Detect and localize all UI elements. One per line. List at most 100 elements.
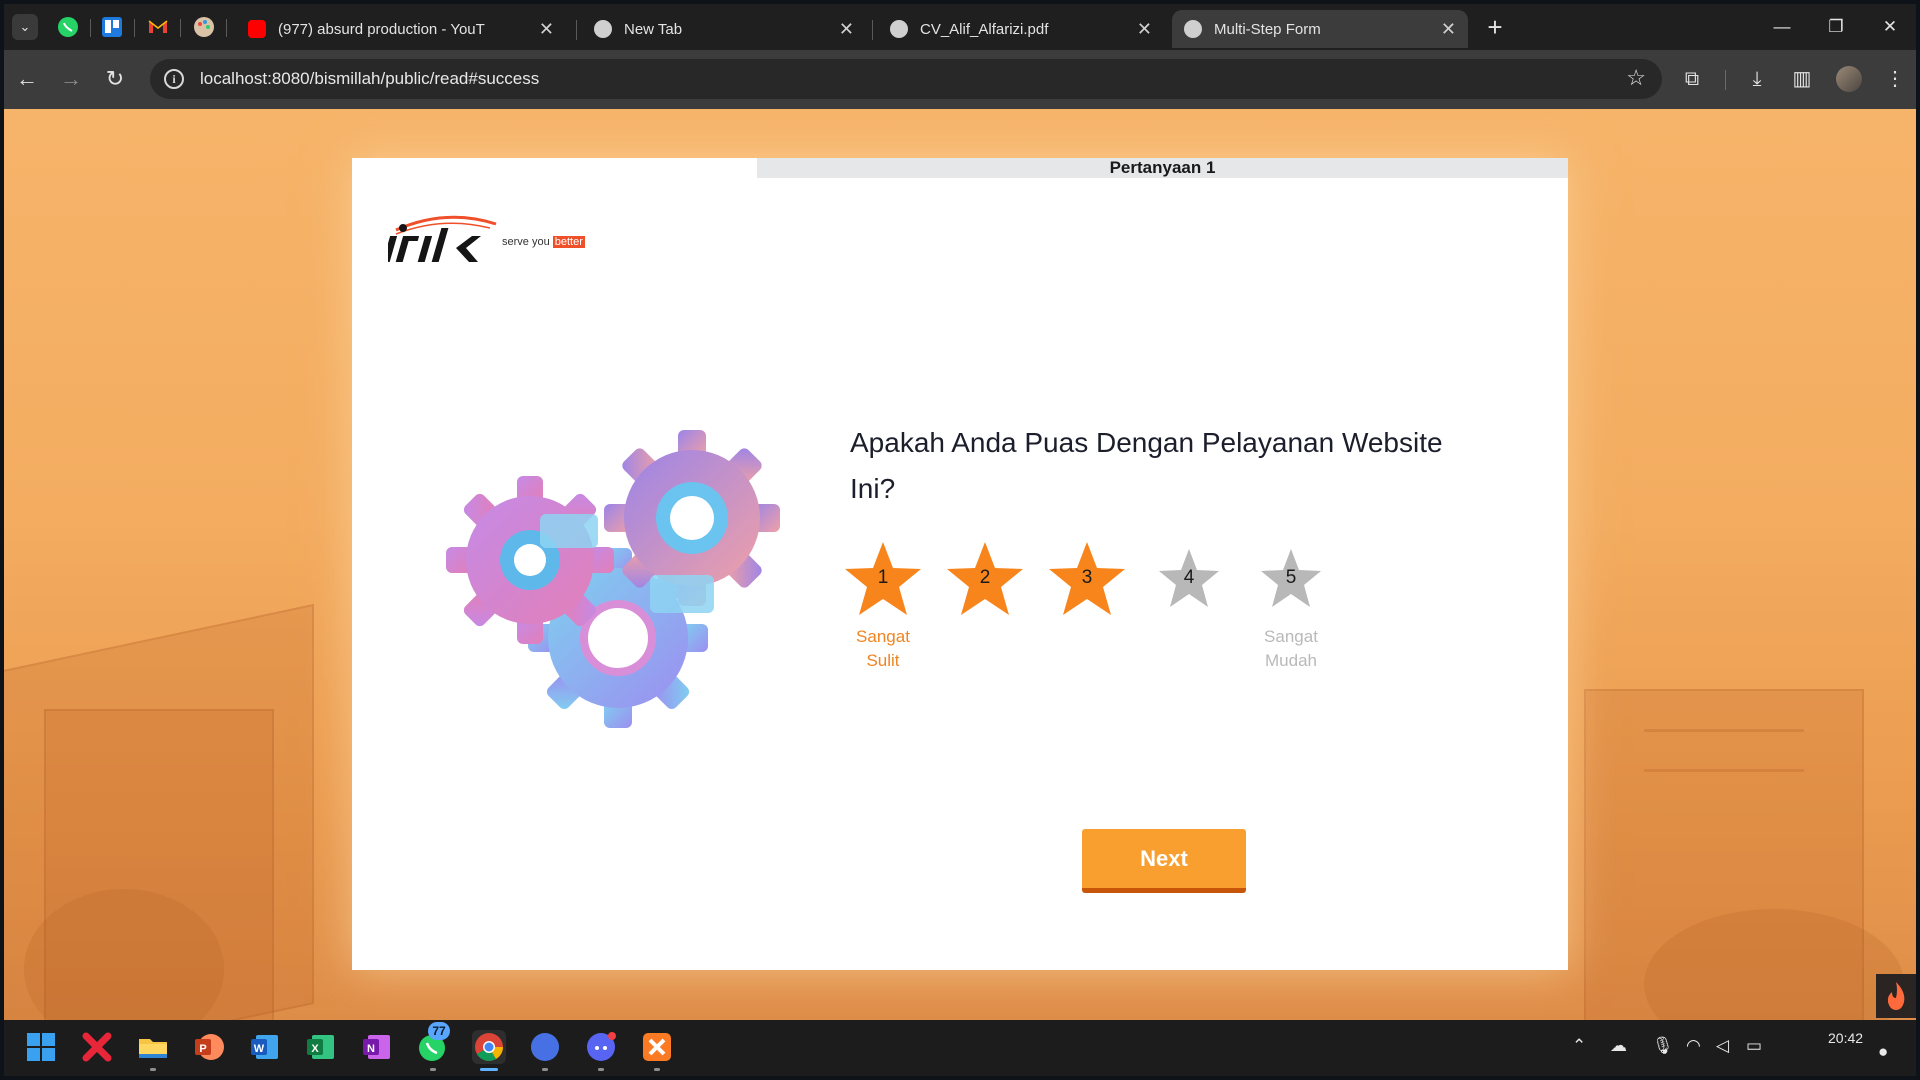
restore-button[interactable]: ❐ [1809,10,1863,44]
bookmark-star-icon[interactable]: ☆ [1626,65,1646,91]
svg-text:N: N [367,1043,375,1055]
screen: ⌄ (977) absurd production - YouT ✕ New T… [0,0,1920,1080]
tab-title: Multi-Step Form [1214,20,1321,38]
svg-text:P: P [199,1043,206,1055]
taskbar-app-chrome[interactable] [472,1030,506,1064]
windows-taskbar: P W X N 77 ⌃ ☁ 🎙 ◠ ◁ ▭ 20:42 ● [4,1020,1916,1076]
start-button[interactable] [24,1030,58,1064]
browser-toolbar: ← → ↻ i localhost:8080/bismillah/public/… [4,50,1916,109]
onenote-icon: N [363,1035,390,1059]
taskbar-running-indicator [598,1068,604,1071]
onedrive-icon[interactable]: ☁ [1610,1036,1627,1056]
address-bar[interactable]: i localhost:8080/bismillah/public/read#s… [150,59,1662,99]
taskbar-running-indicator [150,1068,156,1071]
gmail-icon [148,20,168,33]
close-icon[interactable]: ✕ [1441,19,1456,40]
background-detail [1644,769,1804,772]
file-explorer-icon [139,1039,167,1058]
tab-cv-pdf[interactable]: CV_Alif_Alfarizi.pdf ✕ [878,10,1164,48]
rating-option-5[interactable]: 5 Sangat Mudah [1246,539,1336,670]
pinned-tab-trello[interactable] [100,15,124,39]
taskbar-app-xampp[interactable] [640,1030,674,1064]
taskbar-app-discord[interactable] [584,1030,618,1064]
rating-caption-line2: Sulit [866,651,900,670]
svg-text:W: W [254,1043,265,1055]
excel-icon: X [307,1035,334,1059]
back-button[interactable]: ← [12,64,42,94]
volume-icon[interactable]: ◁ [1716,1036,1729,1056]
tab-youtube[interactable]: (977) absurd production - YouT ✕ [236,10,566,48]
side-panel-icon[interactable]: ▥ [1787,64,1817,94]
taskbar-app-xmind[interactable] [80,1030,114,1064]
taskbar-app-excel[interactable]: X [304,1030,338,1064]
rating-option-4[interactable]: 4 [1144,539,1234,659]
rating-option-3[interactable]: 3 [1042,539,1132,659]
flame-icon [1887,982,1905,1010]
taskbar-app-onenote[interactable]: N [360,1030,394,1064]
whatsapp-unread-badge: 77 [428,1022,450,1040]
rating-caption: Sangat Sulit [838,625,928,673]
gears-illustration [430,410,800,732]
close-window-button[interactable]: ✕ [1863,10,1917,44]
rating-value: 4 [1183,567,1195,588]
profile-avatar[interactable] [1836,66,1862,92]
extensions-icon[interactable]: ⧉ [1677,64,1707,94]
globe-icon [1184,20,1202,38]
wifi-icon[interactable]: ◠ [1686,1036,1701,1056]
globe-icon [890,20,908,38]
canva-icon [531,1033,559,1061]
microphone-icon[interactable]: 🎙 [1652,1036,1674,1056]
rating-value: 2 [979,567,991,588]
menu-kebab-icon[interactable]: ⋮ [1880,64,1910,94]
reload-button[interactable]: ↻ [100,64,130,94]
rating-caption: Sangat Mudah [1246,625,1336,673]
taskbar-app-file-explorer[interactable] [136,1030,170,1064]
site-info-icon[interactable]: i [164,69,184,89]
forward-button[interactable]: → [56,64,86,94]
rating-value: 3 [1081,567,1093,588]
close-icon[interactable]: ✕ [539,19,554,40]
next-button[interactable]: Next [1082,829,1246,893]
taskbar-clock[interactable]: 20:42 [1828,1030,1863,1046]
notification-icon[interactable]: ● [1878,1042,1888,1062]
windows-start-icon [27,1033,55,1061]
taskbar-app-powerpoint[interactable]: P [192,1030,226,1064]
youtube-icon [248,20,266,38]
toolbar-divider [1725,70,1726,90]
url-text: localhost:8080/bismillah/public/read#suc… [200,69,540,88]
tab-new-tab[interactable]: New Tab ✕ [582,10,866,48]
tab-search-button[interactable]: ⌄ [12,14,38,40]
pinned-tab-palette[interactable] [192,15,216,39]
pinned-tab-divider [90,19,91,37]
page-viewport: Pertanyaan 1 serve you better Apakah And… [4,109,1916,1020]
rating-option-2[interactable]: 2 [940,539,1030,659]
new-tab-button[interactable]: + [1480,12,1510,42]
pinned-tab-whatsapp[interactable] [56,15,80,39]
taskbar-app-word[interactable]: W [248,1030,282,1064]
pinned-tab-divider [226,19,227,37]
rating-caption-line1: Sangat [856,627,910,646]
close-icon[interactable]: ✕ [1137,19,1152,40]
rating-option-1[interactable]: 1 Sangat Sulit [838,539,928,670]
minimize-button[interactable]: — [1755,10,1809,44]
rating-caption-line1: Sangat [1264,627,1318,646]
logo-tagline: serve you better [502,236,585,248]
taskbar-app-canva[interactable] [528,1030,562,1064]
download-icon[interactable]: ⤓ [1742,64,1772,94]
tab-title: New Tab [624,20,683,38]
taskbar-running-indicator [430,1068,436,1071]
pinned-tab-divider [134,19,135,37]
xmind-icon [82,1032,112,1062]
taskbar-running-indicator [654,1068,660,1071]
pinned-tab-gmail[interactable] [146,15,170,39]
rating-caption-line2: Mudah [1265,651,1317,670]
discord-icon [587,1032,616,1061]
battery-icon[interactable]: ▭ [1746,1036,1762,1056]
close-icon[interactable]: ✕ [839,19,854,40]
gears-icon [446,430,780,728]
whatsapp-icon [58,17,78,37]
multi-step-form-card: Pertanyaan 1 serve you better Apakah And… [352,158,1568,970]
tab-multi-step-form[interactable]: Multi-Step Form ✕ [1172,10,1468,48]
floating-action-button[interactable] [1876,974,1916,1018]
tray-overflow-icon[interactable]: ⌃ [1572,1036,1586,1056]
